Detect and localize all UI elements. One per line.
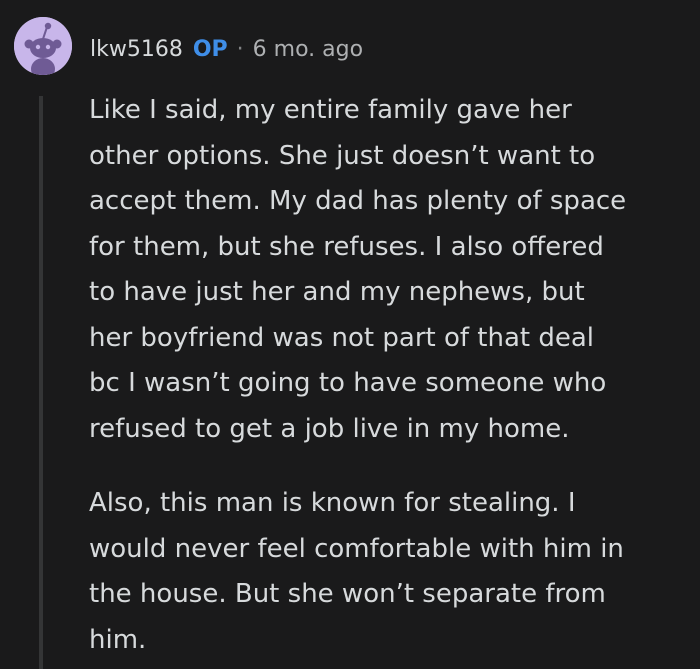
- text-line: other options. She just doesn’t want to: [89, 140, 596, 171]
- comment-timestamp[interactable]: 6 mo. ago: [253, 37, 363, 62]
- text-line: for them, but she refuses. I also offere…: [89, 231, 604, 262]
- comment: lkw5168 OP · 6 mo. ago Like I said, my e…: [0, 0, 700, 669]
- comment-paragraph-2: Also, this man is known for stealing. I …: [89, 481, 684, 663]
- user-avatar[interactable]: [14, 17, 72, 75]
- text-line: the house. But she won’t separate from: [89, 579, 606, 609]
- snoo-avatar-icon: [14, 17, 72, 75]
- text-line: would never feel comfortable with him in: [89, 533, 624, 564]
- op-badge: OP: [192, 36, 228, 62]
- text-line: to have just her and my nephews, but: [89, 277, 585, 307]
- comment-header: lkw5168 OP · 6 mo. ago: [90, 32, 363, 66]
- thread-collapse-line[interactable]: [39, 96, 43, 669]
- text-line: accept them. My dad has plenty of space: [89, 186, 627, 216]
- username-link[interactable]: lkw5168: [90, 37, 183, 62]
- text-line: him.: [89, 624, 147, 655]
- text-line: bc I wasn’t going to have someone who: [89, 368, 607, 398]
- meta-separator: ·: [236, 36, 244, 62]
- comment-paragraph-1: Like I said, my entire family gave her o…: [89, 88, 684, 452]
- text-line: Also, this man is known for stealing. I: [89, 488, 576, 518]
- text-line: refused to get a job live in my home.: [89, 413, 570, 444]
- text-line: her boyfriend was not part of that deal: [89, 322, 595, 353]
- text-line: Like I said, my entire family gave her: [89, 95, 572, 125]
- comment-body: Like I said, my entire family gave her o…: [89, 88, 684, 663]
